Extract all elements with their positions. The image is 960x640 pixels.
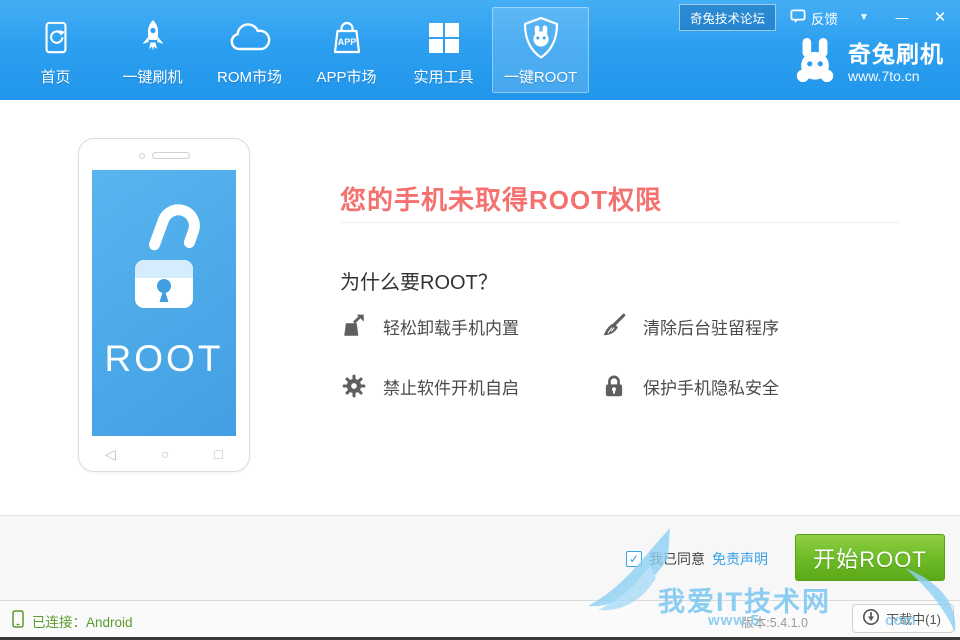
cloud-icon bbox=[227, 16, 273, 60]
open-lock-icon bbox=[92, 198, 236, 348]
header: 首页 一键刷机 bbox=[0, 0, 960, 100]
tab-home[interactable]: 首页 bbox=[7, 7, 104, 93]
feature-list: 轻松卸载手机内置 清除后台驻留程序 bbox=[340, 312, 880, 400]
phone-screen: ROOT bbox=[92, 170, 236, 436]
status-bar: 已连接：Android 版本:5.4.1.0 下载中(1) bbox=[0, 600, 960, 637]
tools-grid-icon bbox=[427, 16, 461, 60]
title-divider bbox=[340, 222, 900, 223]
main-content: ROOT ◁ ○ □ 您的手机未取得ROOT权限 为什么要ROOT？ bbox=[0, 100, 960, 515]
connection-status: 已连接：Android bbox=[12, 610, 133, 631]
disclaimer-link[interactable]: 免责声明 bbox=[712, 549, 768, 569]
brand-title: 奇兔刷机 bbox=[848, 41, 944, 67]
download-button[interactable]: 下载中(1) bbox=[852, 604, 954, 633]
why-root-heading: 为什么要ROOT？ bbox=[340, 266, 498, 295]
close-button[interactable]: ✕ bbox=[928, 8, 952, 28]
feature-privacy: 保护手机隐私安全 bbox=[600, 372, 880, 400]
app-window: 首页 一键刷机 bbox=[0, 0, 960, 640]
feedback-button[interactable]: 反馈 bbox=[790, 8, 838, 28]
agree-label: 我已同意 bbox=[649, 549, 705, 569]
phone-recent-icon: □ bbox=[215, 446, 223, 463]
feature-clean: 清除后台驻留程序 bbox=[600, 312, 880, 340]
phone-nav-buttons: ◁ ○ □ bbox=[79, 446, 249, 463]
phone-top-detail bbox=[79, 152, 249, 159]
phone-home-icon: ○ bbox=[161, 446, 169, 463]
connected-phone-icon bbox=[12, 610, 24, 631]
tab-one-key-flash[interactable]: 一键刷机 bbox=[104, 7, 201, 93]
agreement-row: ✓ 我已同意免责声明 bbox=[626, 549, 768, 569]
menu-caret-icon[interactable]: ▼ bbox=[852, 8, 876, 28]
feedback-label: 反馈 bbox=[811, 8, 838, 28]
home-refresh-icon bbox=[39, 16, 73, 60]
tab-label: 首页 bbox=[40, 66, 70, 87]
tab-label: APP市场 bbox=[316, 66, 376, 87]
titlebar-controls: 奇兔技术论坛 反馈 ▼ — ✕ bbox=[679, 4, 952, 31]
version-text: 版本:5.4.1.0 bbox=[741, 612, 808, 631]
phone-screen-label: ROOT bbox=[92, 338, 236, 380]
feature-label: 清除后台驻留程序 bbox=[643, 314, 779, 339]
tab-tools[interactable]: 实用工具 bbox=[395, 7, 492, 93]
page-title: 您的手机未取得ROOT权限 bbox=[340, 180, 662, 217]
brand-url: www.7to.cn bbox=[848, 68, 944, 84]
rabbit-logo-icon bbox=[792, 36, 838, 89]
tab-label: 一键ROOT bbox=[504, 66, 577, 87]
tab-label: ROM市场 bbox=[217, 66, 282, 87]
uninstall-icon bbox=[340, 312, 368, 340]
main-nav: 首页 一键刷机 bbox=[7, 0, 589, 100]
brand-logo: 奇兔刷机 www.7to.cn bbox=[792, 36, 944, 89]
feature-uninstall: 轻松卸载手机内置 bbox=[340, 312, 600, 340]
phone-camera-dot bbox=[139, 153, 145, 159]
phone-back-icon: ◁ bbox=[105, 446, 116, 463]
feature-label: 轻松卸载手机内置 bbox=[383, 314, 519, 339]
phone-illustration: ROOT ◁ ○ □ bbox=[78, 138, 250, 472]
rocket-icon bbox=[135, 16, 171, 60]
agree-checkbox[interactable]: ✓ bbox=[626, 551, 642, 567]
tab-rom-market[interactable]: ROM市场 bbox=[201, 7, 298, 93]
feature-label: 禁止软件开机自启 bbox=[383, 374, 519, 399]
feature-autostart: 禁止软件开机自启 bbox=[340, 372, 600, 400]
action-bar: ✓ 我已同意免责声明 开始ROOT bbox=[0, 515, 960, 600]
brand-text: 奇兔刷机 www.7to.cn bbox=[848, 41, 944, 84]
gear-icon bbox=[340, 372, 368, 400]
start-root-button[interactable]: 开始ROOT bbox=[795, 534, 945, 581]
svg-text:APP: APP bbox=[337, 37, 356, 47]
speech-bubble-icon bbox=[790, 9, 806, 27]
download-icon bbox=[862, 608, 880, 629]
connection-text: 已连接：Android bbox=[32, 611, 133, 631]
shield-rabbit-icon bbox=[521, 16, 561, 60]
tab-label: 实用工具 bbox=[413, 66, 473, 87]
tab-label: 一键刷机 bbox=[122, 66, 182, 87]
forum-badge[interactable]: 奇兔技术论坛 bbox=[679, 4, 776, 31]
phone-speaker-slot bbox=[152, 152, 190, 159]
app-bag-icon: APP bbox=[328, 16, 366, 60]
brush-icon bbox=[600, 312, 628, 340]
tab-app-market[interactable]: APP APP市场 bbox=[298, 7, 395, 93]
download-label: 下载中(1) bbox=[886, 609, 941, 628]
minimize-button[interactable]: — bbox=[890, 8, 914, 28]
feature-label: 保护手机隐私安全 bbox=[643, 374, 779, 399]
lock-icon bbox=[600, 372, 628, 400]
tab-one-key-root[interactable]: 一键ROOT bbox=[492, 7, 589, 93]
